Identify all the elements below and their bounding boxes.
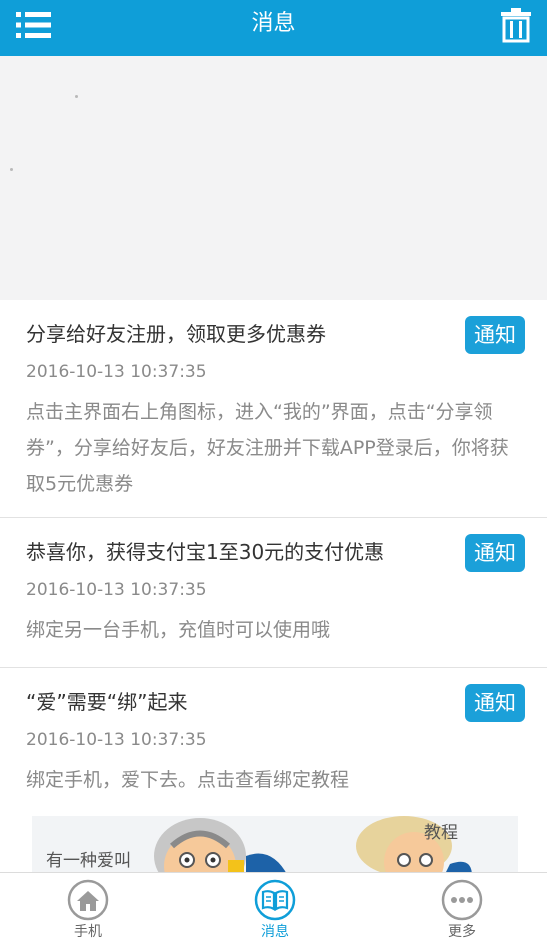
message-body: 点击主界面右上角图标，进入“我的”界面，点击“分享领券”，分享给好友后，好友注册… [26, 401, 509, 495]
notice-badge: 通知 [465, 316, 525, 354]
nav-label: 消息 [261, 924, 289, 940]
message-title: 恭喜你，获得支付宝1至30元的支付优惠 [26, 540, 385, 564]
message-time: 2016-10-13 10:37:35 [26, 730, 207, 750]
message-title: 分享给好友注册，领取更多优惠券 [26, 322, 326, 346]
trash-icon [501, 8, 531, 43]
nav-label: 更多 [448, 924, 476, 940]
message-item[interactable]: 恭喜你，获得支付宝1至30元的支付优惠 通知 2016-10-13 10:37:… [0, 518, 547, 666]
message-time: 2016-10-13 10:37:35 [26, 362, 207, 382]
banner-speck [75, 95, 78, 98]
book-icon [254, 879, 296, 921]
message-item[interactable]: 分享给好友注册，领取更多优惠券 通知 2016-10-13 10:37:35 点… [0, 300, 547, 516]
message-body: 绑定另一台手机，充值时可以使用哦 [26, 619, 331, 641]
message-time: 2016-10-13 10:37:35 [26, 580, 207, 600]
nav-item-more[interactable]: 更多 [417, 879, 507, 945]
notice-badge: 通知 [465, 534, 525, 572]
nav-label: 手机 [74, 924, 102, 940]
banner-speck [10, 168, 13, 171]
bottom-navigation: 手机 消息 更多 [0, 872, 547, 949]
notice-badge: 通知 [465, 684, 525, 722]
banner-area[interactable] [0, 56, 547, 300]
more-icon [441, 879, 483, 921]
page-title: 消息 [251, 11, 296, 36]
top-app-bar: 消息 [0, 0, 547, 56]
tutorial-image[interactable]: 有一种爱叫 教程 [32, 816, 518, 876]
message-title: “爱”需要“绑”起来 [26, 690, 188, 714]
home-icon [67, 879, 109, 921]
nav-item-phone[interactable]: 手机 [43, 879, 133, 945]
message-body: 绑定手机，爱下去。点击查看绑定教程 [26, 769, 350, 791]
message-item[interactable]: “爱”需要“绑”起来 通知 2016-10-13 10:37:35 绑定手机，爱… [0, 668, 547, 816]
nav-item-messages[interactable]: 消息 [230, 879, 320, 945]
ad-caption-right: 教程 [424, 823, 458, 843]
delete-button[interactable] [499, 6, 533, 44]
